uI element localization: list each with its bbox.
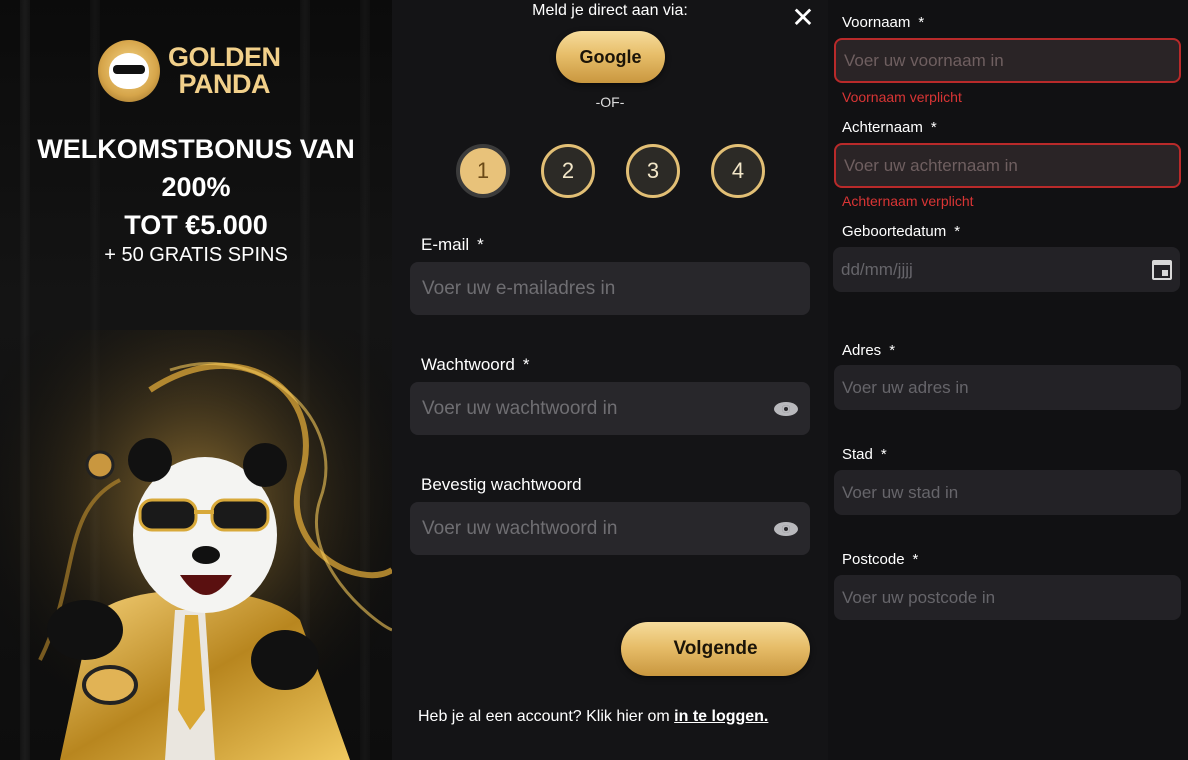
social-signup-label: Meld je direct aan via: [532,2,688,19]
bonus-headline: WELKOMSTBONUS VAN 200% TOT €5.000 [0,130,392,244]
promo-panel: GOLDEN PANDA WELKOMSTBONUS VAN 200% TOT … [0,0,392,760]
city-field[interactable]: Voer uw stad in [834,470,1181,515]
panda-mascot-illustration [0,330,392,760]
firstname-field[interactable]: Voer uw voornaam in [834,38,1181,83]
headline-line-1: WELKOMSTBONUS VAN [37,134,355,164]
firstname-error: Voornaam verplicht [842,89,962,105]
postcode-label: Postcode * [842,551,919,568]
headline-line-2: 200% [161,172,231,202]
confirm-password-label: Bevestig wachtwoord [421,475,582,494]
address-field[interactable]: Voer uw adres in [834,365,1181,410]
step-indicator-4[interactable]: 4 [711,144,765,198]
city-label: Stad * [842,446,887,463]
confirm-password-placeholder: Voer uw wachtwoord in [422,517,618,539]
login-prompt: Heb je al een account? Klik hier om in t… [418,708,769,725]
signup-modal: GOLDEN PANDA WELKOMSTBONUS VAN 200% TOT … [0,0,1188,760]
show-confirm-password-eye-icon[interactable] [774,521,798,537]
show-password-eye-icon[interactable] [774,401,798,417]
step-indicator-1[interactable]: 1 [456,144,510,198]
address-label: Adres * [842,342,896,359]
confirm-password-field[interactable]: Voer uw wachtwoord in [410,502,810,555]
password-placeholder: Voer uw wachtwoord in [422,397,618,419]
panda-logo-icon [98,40,160,102]
login-link[interactable]: in te loggen. [674,708,768,725]
bonus-subline: + 50 GRATIS SPINS [104,244,288,266]
postcode-field[interactable]: Voer uw postcode in [834,575,1181,620]
google-signup-button[interactable]: Google [556,31,665,83]
password-field[interactable]: Voer uw wachtwoord in [410,382,810,435]
headline-line-3: TOT €5.000 [124,210,268,240]
email-field[interactable]: Voer uw e-mailadres in [410,262,810,315]
birthdate-label: Geboortedatum * [842,223,961,240]
next-button[interactable]: Volgende [621,622,810,676]
email-placeholder: Voer uw e-mailadres in [422,277,616,299]
step-indicator-2[interactable]: 2 [541,144,595,198]
step-indicator-3[interactable]: 3 [626,144,680,198]
firstname-label: Voornaam * [842,14,925,31]
birthdate-field[interactable]: dd/mm/jjjj [833,247,1180,292]
brand-logo: GOLDEN PANDA [98,40,281,102]
email-label: E-mail * [421,235,484,254]
close-icon[interactable]: ✕ [790,4,816,32]
password-label: Wachtwoord * [421,355,530,374]
calendar-icon[interactable] [1152,259,1172,280]
lastname-field[interactable]: Voer uw achternaam in [834,143,1181,188]
or-divider: -OF- [595,94,625,110]
lastname-error: Achternaam verplicht [842,193,974,209]
personal-details-form: Voornaam * Voer uw voornaam in Voornaam v… [828,0,1188,760]
signup-step-form: Meld je direct aan via: ✕ Google -OF- 1 … [392,0,828,760]
lastname-label: Achternaam * [842,119,937,136]
brand-name: GOLDEN PANDA [168,42,281,99]
